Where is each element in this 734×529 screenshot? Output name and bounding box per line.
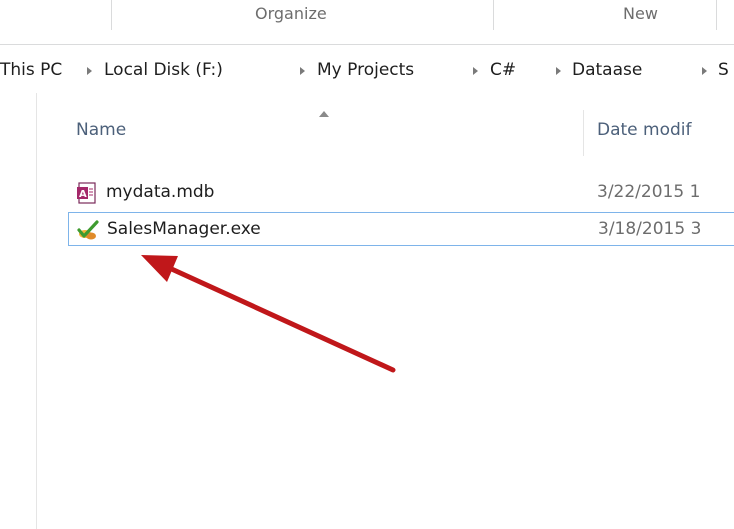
red-pointer-arrow <box>141 255 396 373</box>
